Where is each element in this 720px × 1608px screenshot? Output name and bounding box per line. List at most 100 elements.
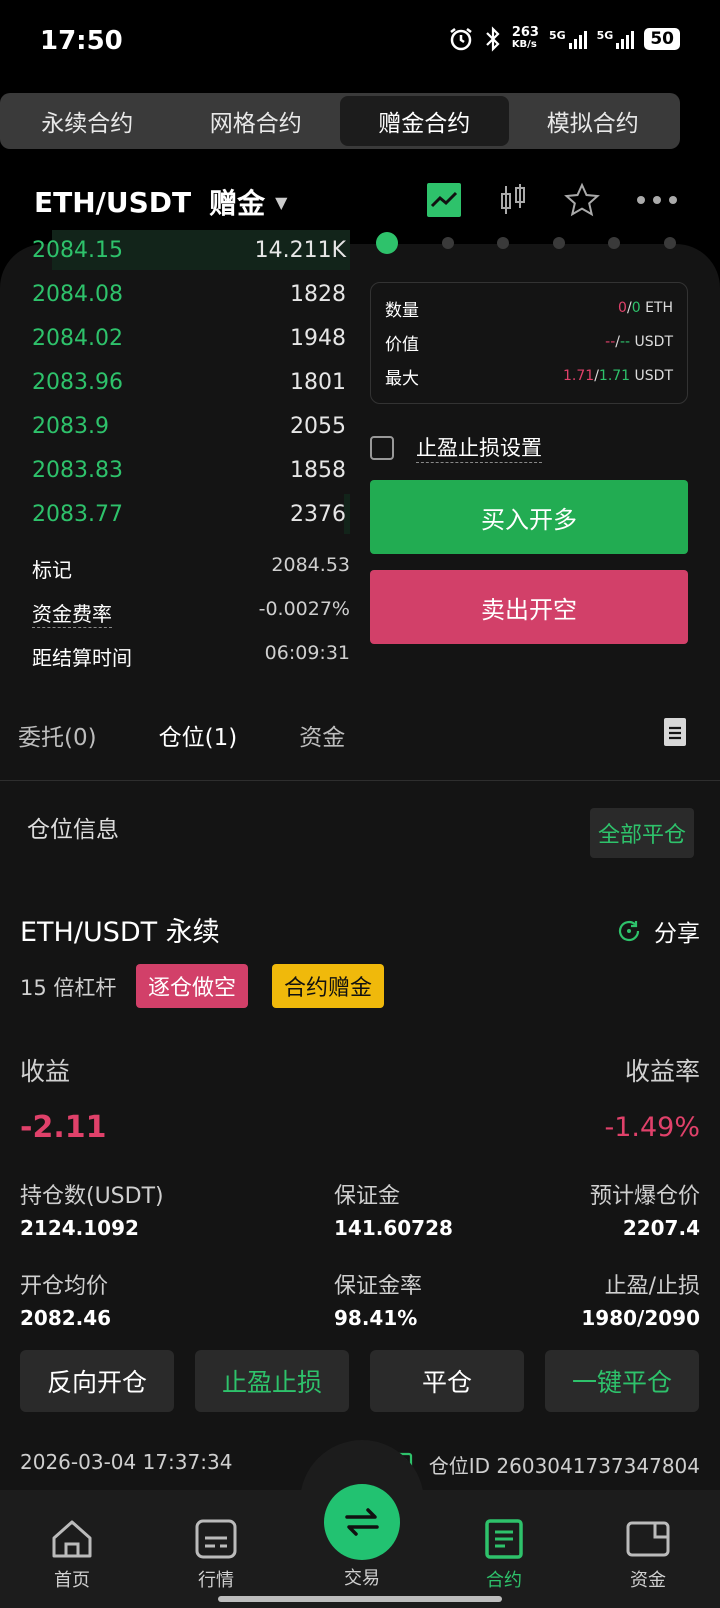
- one-click-close-button[interactable]: 一键平仓: [545, 1350, 699, 1412]
- tpsl-checkbox-row[interactable]: 止盈止损设置: [370, 432, 542, 463]
- status-time: 17:50: [40, 26, 123, 56]
- trade-button[interactable]: [324, 1484, 400, 1560]
- wallet-icon: [626, 1521, 670, 1557]
- share-icon: [618, 920, 640, 942]
- tab-orders[interactable]: 委托(0): [18, 718, 97, 752]
- tpsl-checkbox[interactable]: [370, 435, 394, 460]
- slider-dot[interactable]: [552, 237, 565, 249]
- settle-value: 06:09:31: [264, 642, 350, 664]
- tab-perpetual[interactable]: 永续合约: [3, 96, 172, 146]
- home-indicator: [218, 1596, 502, 1602]
- slider-dot[interactable]: [497, 237, 510, 249]
- tab-positions[interactable]: 仓位(1): [159, 718, 238, 752]
- qty-row: 数量 0/0 ETH: [385, 300, 673, 321]
- positions-tabs: 委托(0) 仓位(1) 资金: [18, 718, 345, 752]
- tpsl-button[interactable]: 止盈止损: [195, 1350, 349, 1412]
- margin-label: 保证金: [334, 1184, 401, 1209]
- orderbook-price: 2083.9: [32, 413, 109, 439]
- status-icons: 263 KB/s 5G 5G 50: [448, 26, 680, 52]
- liq-label: 预计爆仓价: [589, 1184, 700, 1209]
- position-title: ETH/USDT 永续: [20, 917, 220, 948]
- battery-indicator: 50: [644, 28, 680, 50]
- nav-trade-label[interactable]: 交易: [312, 1564, 412, 1590]
- slider-dot[interactable]: [608, 237, 621, 249]
- orderbook-price: 2084.08: [32, 281, 123, 307]
- mark-value: 2084.53: [271, 554, 350, 576]
- nav-home[interactable]: 首页: [22, 1518, 122, 1592]
- orderbook-qty: 1828: [290, 281, 346, 307]
- close-position-button[interactable]: 平仓: [370, 1350, 524, 1412]
- slider-dot[interactable]: [376, 232, 398, 254]
- star-icon[interactable]: [564, 182, 600, 218]
- entry-label: 开仓均价: [20, 1274, 109, 1299]
- contract-icon: [485, 1519, 523, 1559]
- funding-rate-row[interactable]: 资金费率 -0.0027%: [32, 598, 350, 628]
- candlestick-icon[interactable]: [498, 182, 528, 218]
- orderbook-row[interactable]: 2084.08 1828: [32, 272, 346, 316]
- orderbook-row[interactable]: 2084.02 1948: [32, 316, 346, 360]
- tab-bonus[interactable]: 赠金合约: [340, 96, 509, 146]
- pair-symbol: ETH/USDT: [34, 185, 192, 219]
- caret-down-icon: ▼: [275, 192, 288, 212]
- amount-slider[interactable]: [376, 232, 676, 254]
- more-icon[interactable]: [636, 195, 678, 205]
- share-button[interactable]: 分享: [616, 914, 700, 948]
- nav-contract[interactable]: 合约: [454, 1518, 554, 1592]
- chart-toggle-icon[interactable]: [426, 182, 462, 218]
- pair-selector[interactable]: ETH/USDT 赠金 ▼: [34, 182, 287, 222]
- orderbook-row[interactable]: 2083.9 2055: [32, 404, 346, 448]
- slider-dot[interactable]: [441, 237, 454, 249]
- slider-dot[interactable]: [663, 237, 676, 249]
- position-id: 仓位ID 2603041737347804: [428, 1454, 700, 1478]
- roe-label: 收益率: [624, 1057, 700, 1086]
- orderbook-qty: 2055: [290, 413, 346, 439]
- orderbook-qty: 1948: [290, 325, 346, 351]
- tab-funds[interactable]: 资金: [299, 718, 345, 752]
- margin-value: 141.60728: [334, 1216, 453, 1240]
- nav-wallet[interactable]: 资金: [598, 1518, 698, 1592]
- margin-ratio-label: 保证金率: [334, 1274, 423, 1299]
- tab-demo[interactable]: 模拟合约: [509, 96, 678, 146]
- orderbook-price: 2083.96: [32, 369, 123, 395]
- header-actions: [426, 182, 678, 218]
- orderbook-qty: 1801: [290, 369, 346, 395]
- orderbook-price: 2083.77: [32, 501, 123, 527]
- orderbook-row[interactable]: 2083.77 2376: [32, 492, 350, 536]
- net-speed: 263 KB/s: [511, 25, 539, 50]
- orderbook-qty: 2376: [290, 501, 346, 527]
- max-row: 最大 1.71/1.71 USDT: [385, 368, 673, 389]
- contract-type-tabs: 永续合约 网格合约 赠金合约 模拟合约: [0, 93, 680, 149]
- position-id-row[interactable]: 仓位ID 2603041737347804: [393, 1450, 700, 1479]
- mark-label: 标记: [32, 558, 72, 582]
- margin-ratio-value: 98.41%: [334, 1306, 418, 1330]
- document-icon[interactable]: [664, 718, 686, 746]
- close-all-button[interactable]: 全部平仓: [589, 808, 694, 858]
- size-label: 持仓数(USDT): [20, 1184, 164, 1209]
- pnl-value: -2.11: [20, 1110, 107, 1145]
- market-icon: [195, 1519, 237, 1559]
- nav-market[interactable]: 行情: [166, 1518, 266, 1592]
- orderbook-row[interactable]: 2083.83 1858: [32, 448, 346, 492]
- entry-value: 2082.46: [20, 1306, 112, 1330]
- orderbook-price: 2083.83: [32, 457, 123, 483]
- orderbook-row[interactable]: 2083.96 1801: [32, 360, 346, 404]
- pair-mode: 赠金: [209, 187, 266, 220]
- orderbook-qty: 1858: [290, 457, 346, 483]
- size-value: 2124.1092: [20, 1216, 139, 1240]
- reverse-open-button[interactable]: 反向开仓: [20, 1350, 174, 1412]
- mark-price-row: 标记 2084.53: [32, 554, 350, 583]
- position-timestamp: 2026-03-04 17:37:34: [20, 1450, 233, 1474]
- orderbook-row[interactable]: 2084.15 14.211K: [32, 228, 350, 272]
- alarm-icon: [450, 28, 472, 51]
- order-info-box: 数量 0/0 ETH 价值 --/-- USDT 最大 1.71/1.71 US…: [370, 282, 688, 404]
- orderbook-qty: 14.211K: [254, 237, 346, 263]
- leverage-label: 15 倍杠杆: [20, 976, 117, 1000]
- tpsl-display-label: 止盈/止损: [604, 1274, 700, 1299]
- buy-long-button[interactable]: 买入开多: [370, 480, 688, 554]
- settle-label: 距结算时间: [32, 646, 132, 670]
- tab-grid[interactable]: 网格合约: [172, 96, 341, 146]
- isolated-short-badge: 逐仓做空: [136, 964, 249, 1008]
- tpsl-display-value: 1980/2090: [581, 1306, 700, 1330]
- sell-short-button[interactable]: 卖出开空: [370, 570, 688, 644]
- liq-value: 2207.4: [622, 1216, 700, 1240]
